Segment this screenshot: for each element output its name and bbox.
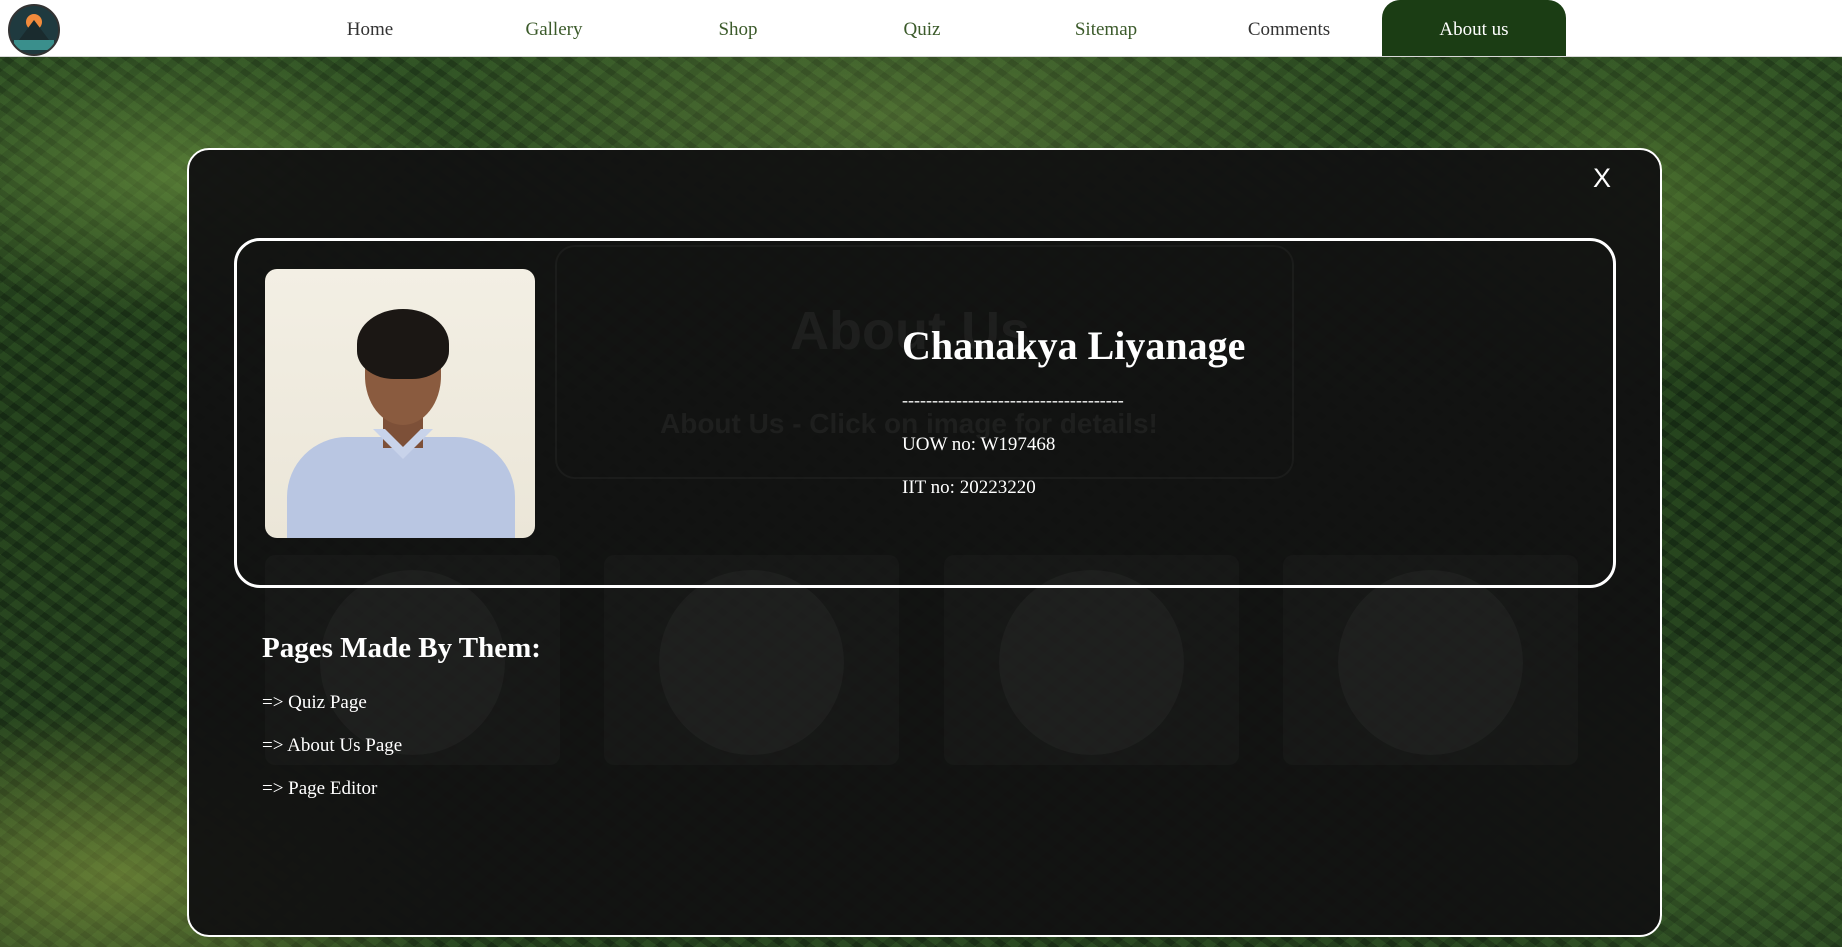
- profile-iit-number: IIT no: 20223220: [902, 477, 1036, 498]
- nav-comments[interactable]: Comments: [1234, 0, 1344, 56]
- pages-heading: Pages Made By Them:: [262, 632, 541, 664]
- page-item-quiz: => Quiz Page: [262, 692, 367, 713]
- nav-quiz[interactable]: Quiz: [872, 0, 972, 56]
- nav-shop[interactable]: Shop: [688, 0, 788, 56]
- close-button[interactable]: X: [1582, 158, 1622, 198]
- profile-uow-number: UOW no: W197468: [902, 434, 1056, 455]
- page-item-about-us: => About Us Page: [262, 735, 403, 756]
- profile-name: Chanakya Liyanage: [902, 323, 1246, 368]
- nav-gallery[interactable]: Gallery: [504, 0, 604, 56]
- profile-photo: [265, 269, 535, 538]
- nav-about-us[interactable]: About us: [1382, 0, 1566, 56]
- page-item-page-editor: => Page Editor: [262, 778, 378, 799]
- site-logo[interactable]: [8, 4, 60, 56]
- nav-sitemap[interactable]: Sitemap: [1056, 0, 1156, 56]
- nav-home[interactable]: Home: [320, 0, 420, 56]
- profile-separator: -------------------------------------: [902, 390, 1124, 410]
- top-navigation: Home Gallery Shop Quiz Sitemap Comments …: [0, 0, 1842, 57]
